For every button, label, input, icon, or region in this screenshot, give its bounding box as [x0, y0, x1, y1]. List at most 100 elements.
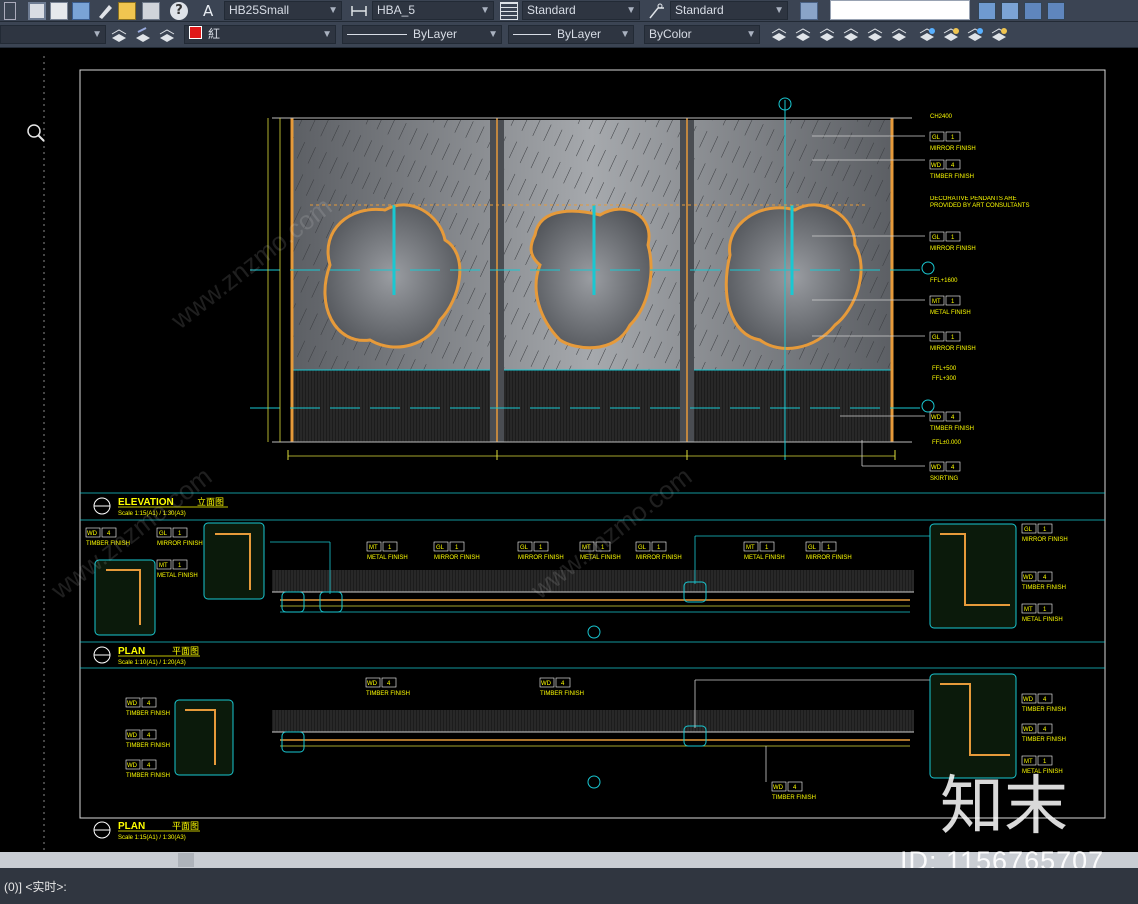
dim-style-select[interactable]: HBA_5 ▼	[372, 1, 494, 20]
level-label: FFL+300	[932, 376, 957, 382]
tag-code: GL	[932, 135, 941, 141]
svg-text:1: 1	[1043, 759, 1047, 765]
svg-text:1: 1	[951, 299, 955, 305]
tag-code: MT	[369, 545, 378, 551]
scrollbar-thumb[interactable]	[178, 853, 194, 867]
tag-code: GL	[1024, 527, 1033, 533]
save-icon[interactable]	[28, 2, 46, 20]
tag-wd: WD 4 TIMBER FINISH	[771, 781, 816, 801]
text-style-value: HB25Small	[229, 3, 290, 17]
viewport-clip-icon[interactable]	[1001, 2, 1019, 20]
viewport-scale-icon[interactable]	[1024, 2, 1042, 20]
tag-gl: GL 1 MIRROR FINISH	[929, 331, 976, 352]
chevron-down-icon: ▼	[480, 5, 490, 16]
layer-lock-icon[interactable]	[842, 26, 860, 44]
tag-desc: SKIRTING	[930, 476, 959, 482]
layer-match-icon[interactable]	[134, 26, 152, 44]
plan1-title: PLAN 平面图 Scale 1:10(A1) / 1:20(A3)	[93, 646, 200, 666]
svg-text:4: 4	[951, 465, 955, 471]
viewport-icon[interactable]	[978, 2, 996, 20]
lineweight-select[interactable]: ByLayer ▼	[508, 25, 634, 44]
color-select[interactable]: 紅 ▼	[184, 25, 336, 44]
mleader-style-value: Standard	[675, 3, 724, 17]
svg-text:4: 4	[147, 733, 151, 739]
tag-desc: MIRROR FINISH	[806, 555, 852, 561]
text-style-select[interactable]: HB25Small ▼	[224, 1, 342, 20]
mleader-style-icon[interactable]	[648, 2, 666, 20]
chevron-down-icon: ▼	[488, 29, 498, 40]
text-style-icon[interactable]: A	[203, 2, 221, 20]
help-icon[interactable]: ?	[170, 2, 188, 20]
svg-text:1: 1	[951, 135, 955, 141]
table-style-icon[interactable]	[500, 2, 518, 20]
tag-mt: MT 1 METAL FINISH	[743, 541, 785, 561]
tag-wd: WD 4 TIMBER FINISH	[1021, 723, 1066, 743]
tag-wd: WD 4 TIMBER FINISH	[929, 159, 974, 180]
svg-text:4: 4	[951, 415, 955, 421]
panel-icon[interactable]	[4, 2, 16, 20]
edit-icon[interactable]	[96, 2, 114, 20]
tag-desc: TIMBER FINISH	[540, 691, 584, 697]
tag-code: WD	[127, 763, 138, 769]
drawing-canvas[interactable]: CH2400 GL 1 MIRROR FINISH WD 4 TIMBER FI…	[0, 48, 1138, 852]
note-pendants: DECORATIVE PENDANTS ARE PROVIDED BY ART …	[930, 196, 1030, 209]
view-scale: Scale 1:15(A1) / 1:30(A3)	[118, 835, 186, 841]
tag-desc: TIMBER FINISH	[930, 174, 974, 180]
mleader-style-select[interactable]: Standard ▼	[670, 1, 788, 20]
tag-code: WD	[1023, 727, 1034, 733]
layer-off-icon[interactable]	[794, 26, 812, 44]
tag-desc: MIRROR FINISH	[930, 346, 976, 352]
tag-code: WD	[87, 531, 98, 537]
layer-iso-icon[interactable]	[770, 26, 788, 44]
tag-gl: GL 1 MIRROR FINISH	[156, 527, 203, 547]
properties-icon[interactable]	[800, 2, 818, 20]
svg-text:4: 4	[1043, 575, 1047, 581]
layer-state-icon[interactable]	[158, 26, 176, 44]
tag-desc: MIRROR FINISH	[930, 246, 976, 252]
layer-walk-icon[interactable]	[866, 26, 884, 44]
cad-drawing[interactable]: CH2400 GL 1 MIRROR FINISH WD 4 TIMBER FI…	[0, 48, 1138, 852]
level-label: FFL+1600	[930, 278, 958, 284]
dim-style-icon[interactable]	[350, 2, 368, 20]
svg-text:1: 1	[827, 545, 831, 551]
tag-wd: WD 4 TIMBER FINISH	[125, 697, 170, 717]
tag-desc: TIMBER FINISH	[1022, 707, 1066, 713]
layer-unlock-icon[interactable]	[990, 26, 1008, 44]
layer-select[interactable]: ▼	[0, 25, 106, 44]
layer-on-icon[interactable]	[966, 26, 984, 44]
calculator-icon[interactable]	[142, 2, 160, 20]
linetype-select[interactable]: ByLayer ▼	[342, 25, 502, 44]
elevation-view	[250, 97, 935, 467]
command-prompt: (0)] <实时>:	[4, 880, 67, 894]
tag-code: WD	[931, 163, 942, 169]
table-style-select[interactable]: Standard ▼	[522, 1, 640, 20]
command-line[interactable]: (0)] <实时>:	[0, 868, 1138, 904]
toolbar-properties: ▼ 紅 ▼ ByLayer ▼ ByLayer ▼ ByColor ▼	[0, 22, 1138, 48]
color-swatch	[189, 26, 202, 39]
view-title-cn: 平面图	[172, 821, 199, 831]
tag-desc: TIMBER FINISH	[126, 743, 170, 749]
grid-icon[interactable]	[72, 2, 90, 20]
color-value: 紅	[208, 27, 221, 41]
search-input[interactable]	[830, 0, 970, 20]
svg-text:1: 1	[1043, 527, 1047, 533]
tag-wd: WD 4 TIMBER FINISH	[125, 759, 170, 779]
layer-delete-icon[interactable]	[918, 26, 936, 44]
svg-text:1: 1	[657, 545, 661, 551]
tag-desc: METAL FINISH	[1022, 617, 1063, 623]
linetype-preview	[347, 34, 407, 35]
svg-text:1: 1	[539, 545, 543, 551]
plotstyle-value: ByColor	[649, 27, 692, 41]
viewport-lock-icon[interactable]	[1047, 2, 1065, 20]
layer-freeze-icon[interactable]	[818, 26, 836, 44]
tool-palette-icon[interactable]	[118, 2, 136, 20]
plan2-title: PLAN 平面图 Scale 1:15(A1) / 1:30(A3)	[93, 821, 200, 841]
sheet-set-icon[interactable]	[50, 2, 68, 20]
layer-merge-icon[interactable]	[890, 26, 908, 44]
svg-text:1: 1	[388, 545, 392, 551]
layer-thaw-icon[interactable]	[942, 26, 960, 44]
plotstyle-select[interactable]: ByColor ▼	[644, 25, 760, 44]
layer-previous-icon[interactable]	[110, 26, 128, 44]
svg-text:4: 4	[1043, 697, 1047, 703]
tag-code: WD	[127, 701, 138, 707]
